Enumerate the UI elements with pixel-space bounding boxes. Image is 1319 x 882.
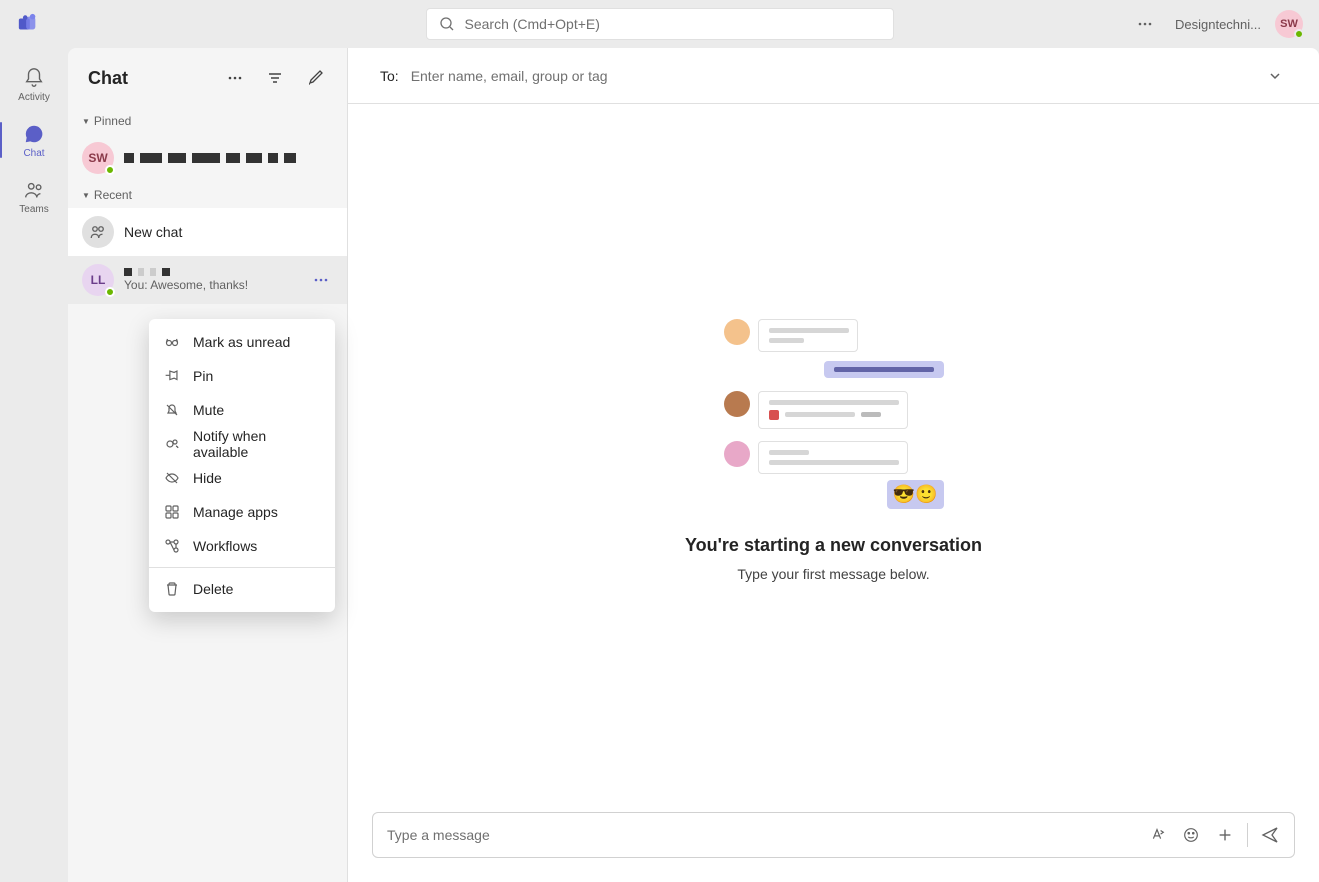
menu-separator bbox=[149, 567, 335, 568]
people-icon bbox=[22, 178, 46, 202]
presence-indicator-icon bbox=[105, 165, 115, 175]
avatar-initials: LL bbox=[91, 273, 106, 287]
org-name[interactable]: Designtechni... bbox=[1175, 17, 1261, 32]
menu-delete[interactable]: Delete bbox=[149, 572, 335, 606]
avatar-initials: SW bbox=[88, 151, 107, 165]
rail-item-activity[interactable]: Activity bbox=[0, 56, 68, 112]
app-rail: Activity Chat Teams bbox=[0, 48, 68, 882]
hide-icon bbox=[163, 469, 181, 487]
rail-label: Chat bbox=[23, 148, 44, 159]
rail-item-chat[interactable]: Chat bbox=[0, 112, 68, 168]
menu-label: Manage apps bbox=[193, 504, 278, 520]
more-icon[interactable] bbox=[219, 62, 251, 94]
rail-label: Teams bbox=[19, 204, 48, 215]
empty-subtitle: Type your first message below. bbox=[737, 566, 929, 582]
content-area: To: bbox=[348, 48, 1319, 882]
contact-avatar: SW bbox=[82, 142, 114, 174]
caret-down-icon: ▼ bbox=[82, 117, 90, 126]
workflows-icon bbox=[163, 537, 181, 555]
rail-label: Activity bbox=[18, 92, 50, 103]
chat-item-new-chat[interactable]: New chat bbox=[68, 208, 347, 256]
menu-manage-apps[interactable]: Manage apps bbox=[149, 495, 335, 529]
panel-title: Chat bbox=[88, 68, 211, 89]
menu-label: Workflows bbox=[193, 538, 257, 554]
empty-illustration: 😎🙂 bbox=[724, 319, 944, 509]
menu-mark-unread[interactable]: Mark as unread bbox=[149, 325, 335, 359]
section-pinned[interactable]: ▼ Pinned bbox=[68, 108, 347, 134]
add-icon[interactable] bbox=[1209, 819, 1241, 851]
section-label: Pinned bbox=[94, 114, 131, 128]
menu-label: Mark as unread bbox=[193, 334, 290, 350]
more-options-icon[interactable] bbox=[1129, 8, 1161, 40]
to-input[interactable] bbox=[411, 68, 1251, 84]
presence-indicator-icon bbox=[1294, 29, 1304, 39]
emoji-icon[interactable] bbox=[1175, 819, 1207, 851]
glasses-icon bbox=[163, 333, 181, 351]
new-chat-icon[interactable] bbox=[299, 62, 331, 94]
chat-item-pinned[interactable]: SW bbox=[68, 134, 347, 182]
menu-notify[interactable]: Notify when available bbox=[149, 427, 335, 461]
message-input[interactable] bbox=[387, 827, 1137, 843]
search-icon bbox=[439, 16, 455, 32]
chat-title: New chat bbox=[124, 224, 333, 240]
chat-preview: You: Awesome, thanks! bbox=[124, 278, 299, 292]
format-icon[interactable] bbox=[1141, 819, 1173, 851]
message-composer bbox=[372, 812, 1295, 858]
chat-icon bbox=[22, 122, 46, 146]
redacted-name bbox=[124, 268, 299, 276]
apps-icon bbox=[163, 503, 181, 521]
menu-label: Delete bbox=[193, 581, 233, 597]
caret-down-icon: ▼ bbox=[82, 191, 90, 200]
notify-icon bbox=[163, 435, 181, 453]
filter-icon[interactable] bbox=[259, 62, 291, 94]
section-recent[interactable]: ▼ Recent bbox=[68, 182, 347, 208]
section-label: Recent bbox=[94, 188, 132, 202]
chat-context-menu: Mark as unread Pin Mute Notify when avai… bbox=[149, 319, 335, 612]
menu-mute[interactable]: Mute bbox=[149, 393, 335, 427]
user-avatar[interactable]: SW bbox=[1275, 10, 1303, 38]
pin-icon bbox=[163, 367, 181, 385]
menu-hide[interactable]: Hide bbox=[149, 461, 335, 495]
search-input[interactable] bbox=[465, 16, 881, 32]
avatar-initials: SW bbox=[1280, 18, 1298, 30]
contact-avatar: LL bbox=[82, 264, 114, 296]
presence-indicator-icon bbox=[105, 287, 115, 297]
redacted-name bbox=[124, 153, 333, 163]
top-bar: Designtechni... SW bbox=[0, 0, 1319, 48]
rail-item-teams[interactable]: Teams bbox=[0, 168, 68, 224]
chevron-down-icon[interactable] bbox=[1263, 64, 1287, 88]
menu-workflows[interactable]: Workflows bbox=[149, 529, 335, 563]
empty-state: 😎🙂 You're starting a new conversation Ty… bbox=[348, 104, 1319, 796]
empty-title: You're starting a new conversation bbox=[685, 535, 982, 556]
to-label: To: bbox=[380, 68, 399, 84]
compose-to-bar: To: bbox=[348, 48, 1319, 104]
mute-icon bbox=[163, 401, 181, 419]
chat-item-more-icon[interactable] bbox=[309, 268, 333, 292]
menu-pin[interactable]: Pin bbox=[149, 359, 335, 393]
menu-label: Hide bbox=[193, 470, 222, 486]
chat-item-recent[interactable]: LL You: Awesome, thanks! bbox=[68, 256, 347, 304]
bell-icon bbox=[22, 66, 46, 90]
menu-label: Notify when available bbox=[193, 428, 321, 460]
menu-label: Mute bbox=[193, 402, 224, 418]
search-box[interactable] bbox=[426, 8, 894, 40]
send-icon[interactable] bbox=[1254, 819, 1286, 851]
menu-label: Pin bbox=[193, 368, 213, 384]
divider bbox=[1247, 823, 1248, 847]
new-chat-avatar-icon bbox=[82, 216, 114, 248]
trash-icon bbox=[163, 580, 181, 598]
app-logo-icon bbox=[16, 12, 40, 36]
